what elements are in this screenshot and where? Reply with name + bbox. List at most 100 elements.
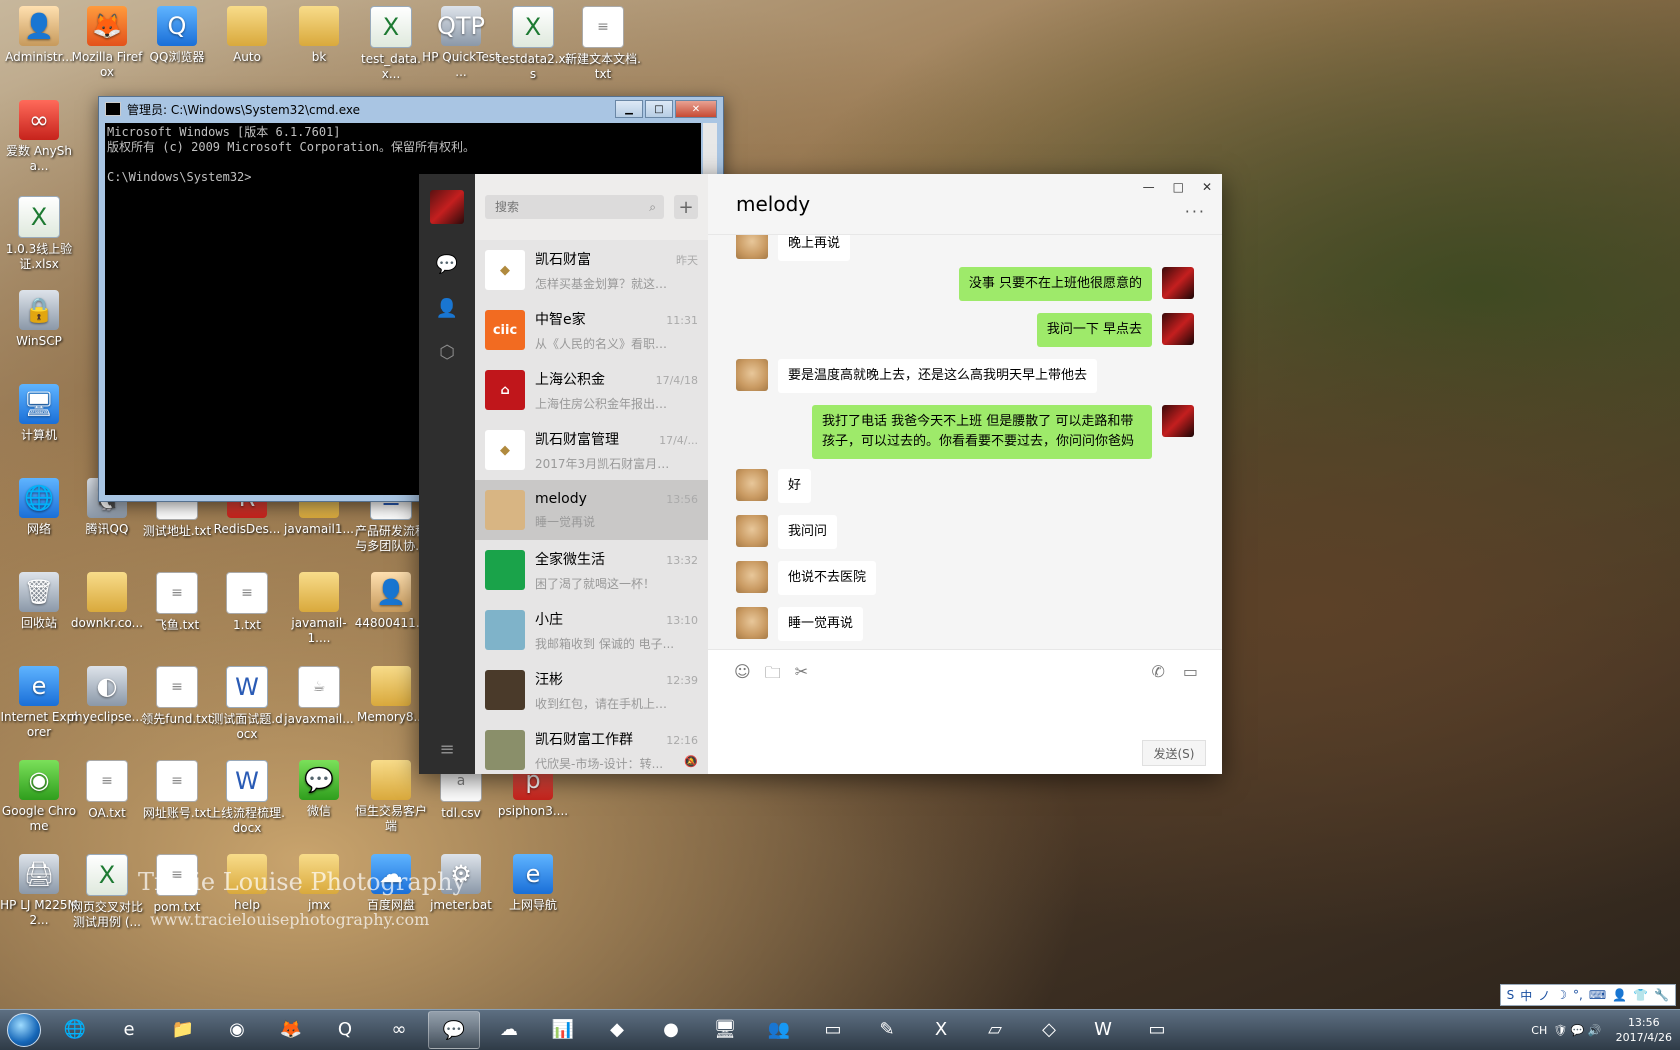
- search-input[interactable]: [493, 199, 650, 215]
- message-avatar[interactable]: [736, 359, 768, 391]
- desktop-icon[interactable]: X 1.0.3线上验证.xlsx: [0, 196, 78, 272]
- chat-list-item[interactable]: 凯石财富工作群 12:16 代欣昊-市场-设计：转... 🔕: [475, 720, 708, 780]
- ime-button[interactable]: 👤: [1612, 988, 1627, 1002]
- cmd-titlebar[interactable]: 管理员: C:\Windows\System32\cmd.exe ▁ □ ✕: [99, 97, 723, 121]
- taskbar-item[interactable]: W: [1078, 1011, 1128, 1047]
- desktop-icon[interactable]: ◐ myeclipse...: [68, 666, 146, 725]
- chat-list-item[interactable]: melody 13:56 睡一觉再说: [475, 480, 708, 540]
- desktop-icon[interactable]: ◉ Google Chrome: [0, 760, 78, 834]
- desktop-icon[interactable]: Q QQ浏览器: [138, 6, 216, 65]
- more-icon[interactable]: ···: [1185, 202, 1206, 221]
- taskbar-item[interactable]: 🦊: [266, 1011, 316, 1047]
- desktop-icon[interactable]: downkr.co...: [68, 572, 146, 631]
- taskbar-item[interactable]: 🖥: [700, 1011, 750, 1047]
- message-bubble[interactable]: 他说不去医院: [778, 561, 877, 595]
- chat-list-item[interactable]: ◆ 凯石财富管理 17/4/... 2017年3月凯石财富月度...: [475, 420, 708, 480]
- message-avatar[interactable]: [736, 235, 768, 259]
- taskbar-item[interactable]: X: [916, 1011, 966, 1047]
- desktop-icon[interactable]: Xtest_data.x...: [352, 6, 430, 82]
- maximize-button[interactable]: □: [645, 100, 673, 118]
- taskbar-item[interactable]: ◇: [1024, 1011, 1074, 1047]
- message-bubble[interactable]: 晚上再说: [778, 235, 851, 261]
- chat-list-item[interactable]: ciic 中智e家 11:31 从《人民的名义》看职场...: [475, 300, 708, 360]
- taskbar-item[interactable]: Q: [320, 1011, 370, 1047]
- chat-list-item[interactable]: 汪彬 12:39 收到红包，请在手机上查看: [475, 660, 708, 720]
- desktop-icon[interactable]: QTP HP QuickTest ...: [422, 6, 500, 80]
- desktop-icon[interactable]: ≡ 网址账号.txt: [138, 760, 216, 821]
- video-icon[interactable]: ▭: [1183, 662, 1198, 681]
- desktop-icon[interactable]: 🔒 WinSCP: [0, 290, 78, 349]
- taskbar-item[interactable]: ▭: [808, 1011, 858, 1047]
- message-area[interactable]: 晚上再说没事 只要不在上班他很愿意的我问一下 早点去要是温度高就晚上去，还是这么…: [708, 235, 1222, 649]
- ime-button[interactable]: 🔧: [1654, 988, 1669, 1002]
- message-bubble[interactable]: 要是温度高就晚上去，还是这么高我明天早上带他去: [778, 359, 1098, 393]
- desktop-icon[interactable]: 🦊 Mozilla Firefox: [68, 6, 146, 80]
- message-bubble[interactable]: 我问一下 早点去: [1036, 313, 1152, 347]
- desktop-icon[interactable]: 👤 Administr...: [0, 6, 78, 65]
- message-avatar[interactable]: [736, 561, 768, 593]
- ime-button[interactable]: ノ: [1538, 987, 1550, 1004]
- desktop-icon[interactable]: ≡ 飞鱼.txt: [138, 572, 216, 633]
- desktop-icon[interactable]: W 上线流程梳理.docx: [208, 760, 286, 836]
- taskbar-item[interactable]: 🌐: [50, 1011, 100, 1047]
- start-button[interactable]: [0, 1011, 48, 1049]
- phone-icon[interactable]: ✆: [1151, 662, 1164, 681]
- desktop-icon[interactable]: ≡ 领先fund.txt: [138, 666, 216, 727]
- desktop-icon[interactable]: bk: [280, 6, 358, 65]
- taskbar-item[interactable]: ●: [646, 1011, 696, 1047]
- minimize-button[interactable]: —: [1143, 180, 1155, 194]
- chat-list-item[interactable]: ⌂ 上海公积金 17/4/18 上海住房公积金年报出炉...: [475, 360, 708, 420]
- desktop-icon[interactable]: javamail-1....: [280, 572, 358, 646]
- message-avatar[interactable]: [1162, 313, 1194, 345]
- tray-icons[interactable]: 🛡 💬 🔊: [1553, 1024, 1601, 1037]
- taskbar-item[interactable]: ∞: [374, 1011, 424, 1047]
- desktop-icon[interactable]: ≡ 新建文本文档.txt: [564, 6, 642, 82]
- message-bubble[interactable]: 没事 只要不在上班他很愿意的: [958, 267, 1152, 301]
- ime-button[interactable]: ☽: [1556, 988, 1567, 1002]
- ime-toolbar[interactable]: S 中ノ ☽ °, ⌨ 👤 👕 🔧: [1499, 984, 1676, 1006]
- language-indicator[interactable]: CH: [1531, 1024, 1547, 1037]
- desktop-icon[interactable]: e Internet Explorer: [0, 666, 78, 740]
- chat-list-item[interactable]: ◆ 凯石财富 昨天 怎样买基金划算？就这两...: [475, 240, 708, 300]
- folder-icon[interactable]: 🗀: [765, 662, 781, 689]
- scissors-icon[interactable]: ✂: [795, 662, 808, 689]
- taskbar-item[interactable]: ▭: [1132, 1011, 1182, 1047]
- desktop-icon[interactable]: 🖥 计算机: [0, 384, 78, 443]
- close-button[interactable]: ✕: [675, 100, 717, 118]
- message-avatar[interactable]: [736, 469, 768, 501]
- message-avatar[interactable]: [736, 515, 768, 547]
- message-avatar[interactable]: [1162, 405, 1194, 437]
- menu-icon[interactable]: ≡: [419, 739, 475, 760]
- message-bubble[interactable]: 睡一觉再说: [778, 607, 864, 641]
- close-button[interactable]: ✕: [1202, 180, 1212, 194]
- desktop-icon[interactable]: 🌐 网络: [0, 478, 78, 537]
- desktop-icon[interactable]: ≡ 1.txt: [208, 572, 286, 633]
- taskbar-item[interactable]: ☁: [484, 1011, 534, 1047]
- desktop-icon[interactable]: 🗑 回收站: [0, 572, 78, 631]
- desktop-icon[interactable]: 💬 微信: [280, 760, 358, 819]
- desktop-icon[interactable]: W 测试面试题.docx: [208, 666, 286, 742]
- clock[interactable]: 13:56 2017/4/26: [1616, 1015, 1672, 1045]
- taskbar-item[interactable]: ◉: [212, 1011, 262, 1047]
- add-button[interactable]: +: [674, 195, 698, 219]
- desktop-icon[interactable]: ≡ OA.txt: [68, 760, 146, 821]
- desktop-icon[interactable]: ∞ 爱数 AnySha...: [0, 100, 78, 174]
- taskbar-item[interactable]: 📁: [158, 1011, 208, 1047]
- desktop-icon[interactable]: Xtestdata2.xls: [494, 6, 572, 82]
- emoji-icon[interactable]: ☺: [734, 662, 751, 689]
- chat-icon[interactable]: 💬: [435, 252, 459, 276]
- desktop-icon[interactable]: Auto: [208, 6, 286, 65]
- ime-button[interactable]: S: [1507, 988, 1515, 1002]
- contacts-icon[interactable]: 👤: [435, 296, 459, 320]
- desktop-icon[interactable]: e 上网导航: [494, 854, 572, 913]
- desktop-icon[interactable]: X 网页交叉对比测试用例 (...: [68, 854, 146, 930]
- minimize-button[interactable]: ▁: [615, 100, 643, 118]
- taskbar-item[interactable]: ◆: [592, 1011, 642, 1047]
- chat-list-item[interactable]: 小庄 13:10 我邮箱收到 保诚的 电子...: [475, 600, 708, 660]
- search-box[interactable]: ⌕: [485, 195, 664, 219]
- taskbar-item[interactable]: 💬: [428, 1011, 480, 1049]
- message-bubble[interactable]: 我打了电话 我爸今天不上班 但是腰散了 可以走路和带孩子，可以过去的。你看看要不…: [812, 405, 1152, 459]
- message-avatar[interactable]: [1162, 267, 1194, 299]
- message-input-area[interactable]: ☺ 🗀 ✂ ✆ ▭ 发送(S): [708, 649, 1222, 774]
- ime-button[interactable]: 👕: [1633, 988, 1648, 1002]
